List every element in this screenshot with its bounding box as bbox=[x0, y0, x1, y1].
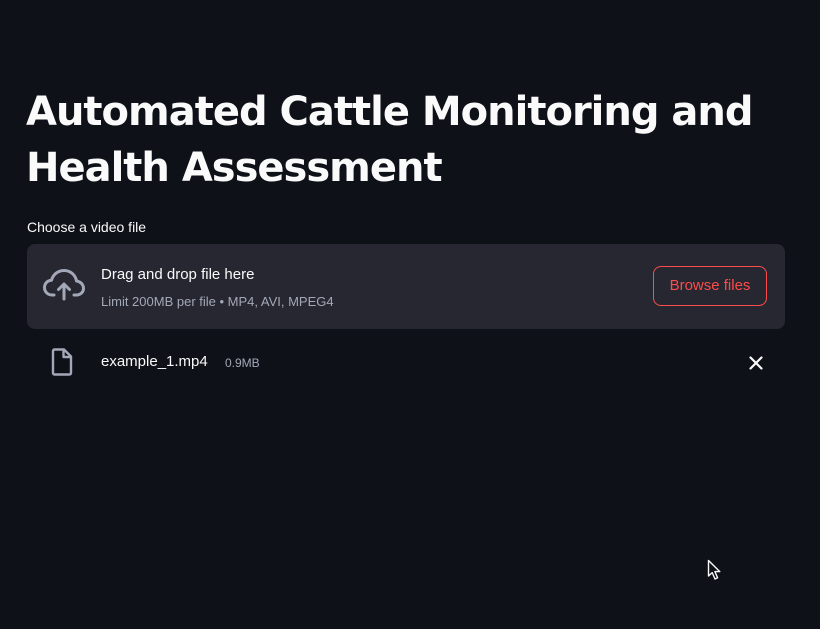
remove-file-button[interactable] bbox=[743, 350, 769, 376]
file-icon bbox=[51, 348, 73, 376]
dropzone-title: Drag and drop file here bbox=[101, 266, 255, 283]
uploaded-file-name: example_1.mp4 bbox=[101, 353, 208, 370]
uploader-label: Choose a video file bbox=[27, 219, 147, 235]
close-icon bbox=[749, 356, 763, 370]
file-dropzone[interactable]: Drag and drop file here Limit 200MB per … bbox=[27, 244, 785, 329]
dropzone-limit-text: Limit 200MB per file • MP4, AVI, MPEG4 bbox=[101, 294, 334, 309]
cloud-upload-icon bbox=[43, 269, 85, 301]
uploaded-file-row: example_1.mp4 0.9MB bbox=[27, 340, 785, 384]
app-page: Automated Cattle Monitoring and Health A… bbox=[0, 0, 820, 629]
page-title: Automated Cattle Monitoring and Health A… bbox=[26, 89, 754, 191]
uploaded-file-size: 0.9MB bbox=[225, 356, 260, 370]
mouse-cursor-icon bbox=[707, 559, 721, 580]
browse-files-button[interactable]: Browse files bbox=[653, 266, 767, 306]
